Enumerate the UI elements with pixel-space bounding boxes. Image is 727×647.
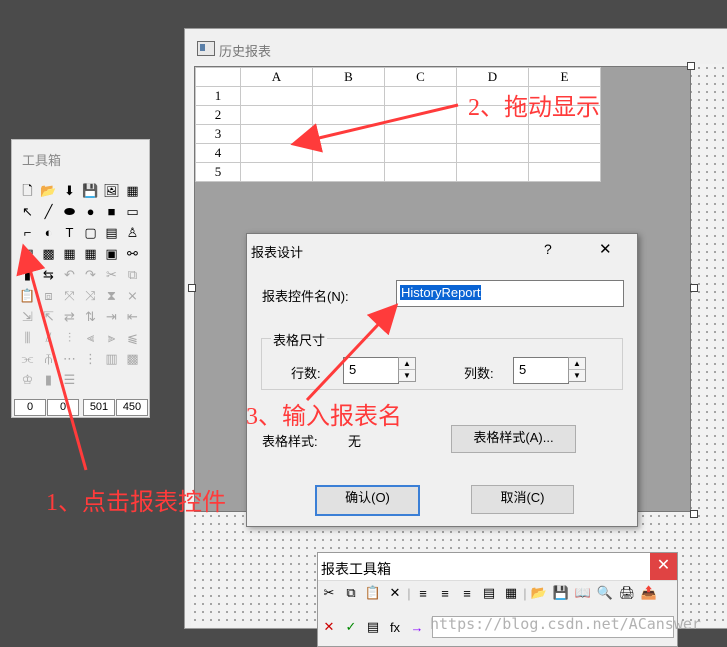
annotation-arrows (16, 103, 459, 471)
arrow-step1 (16, 243, 88, 471)
arrow-step2 (290, 103, 459, 153)
annotation-step2: 2、拖动显示 (468, 95, 600, 121)
annotation-step3: 3、输入报表名 (246, 404, 402, 430)
annotation-step1: 1、点击报表控件 (46, 490, 226, 516)
arrow-step3 (305, 303, 399, 402)
